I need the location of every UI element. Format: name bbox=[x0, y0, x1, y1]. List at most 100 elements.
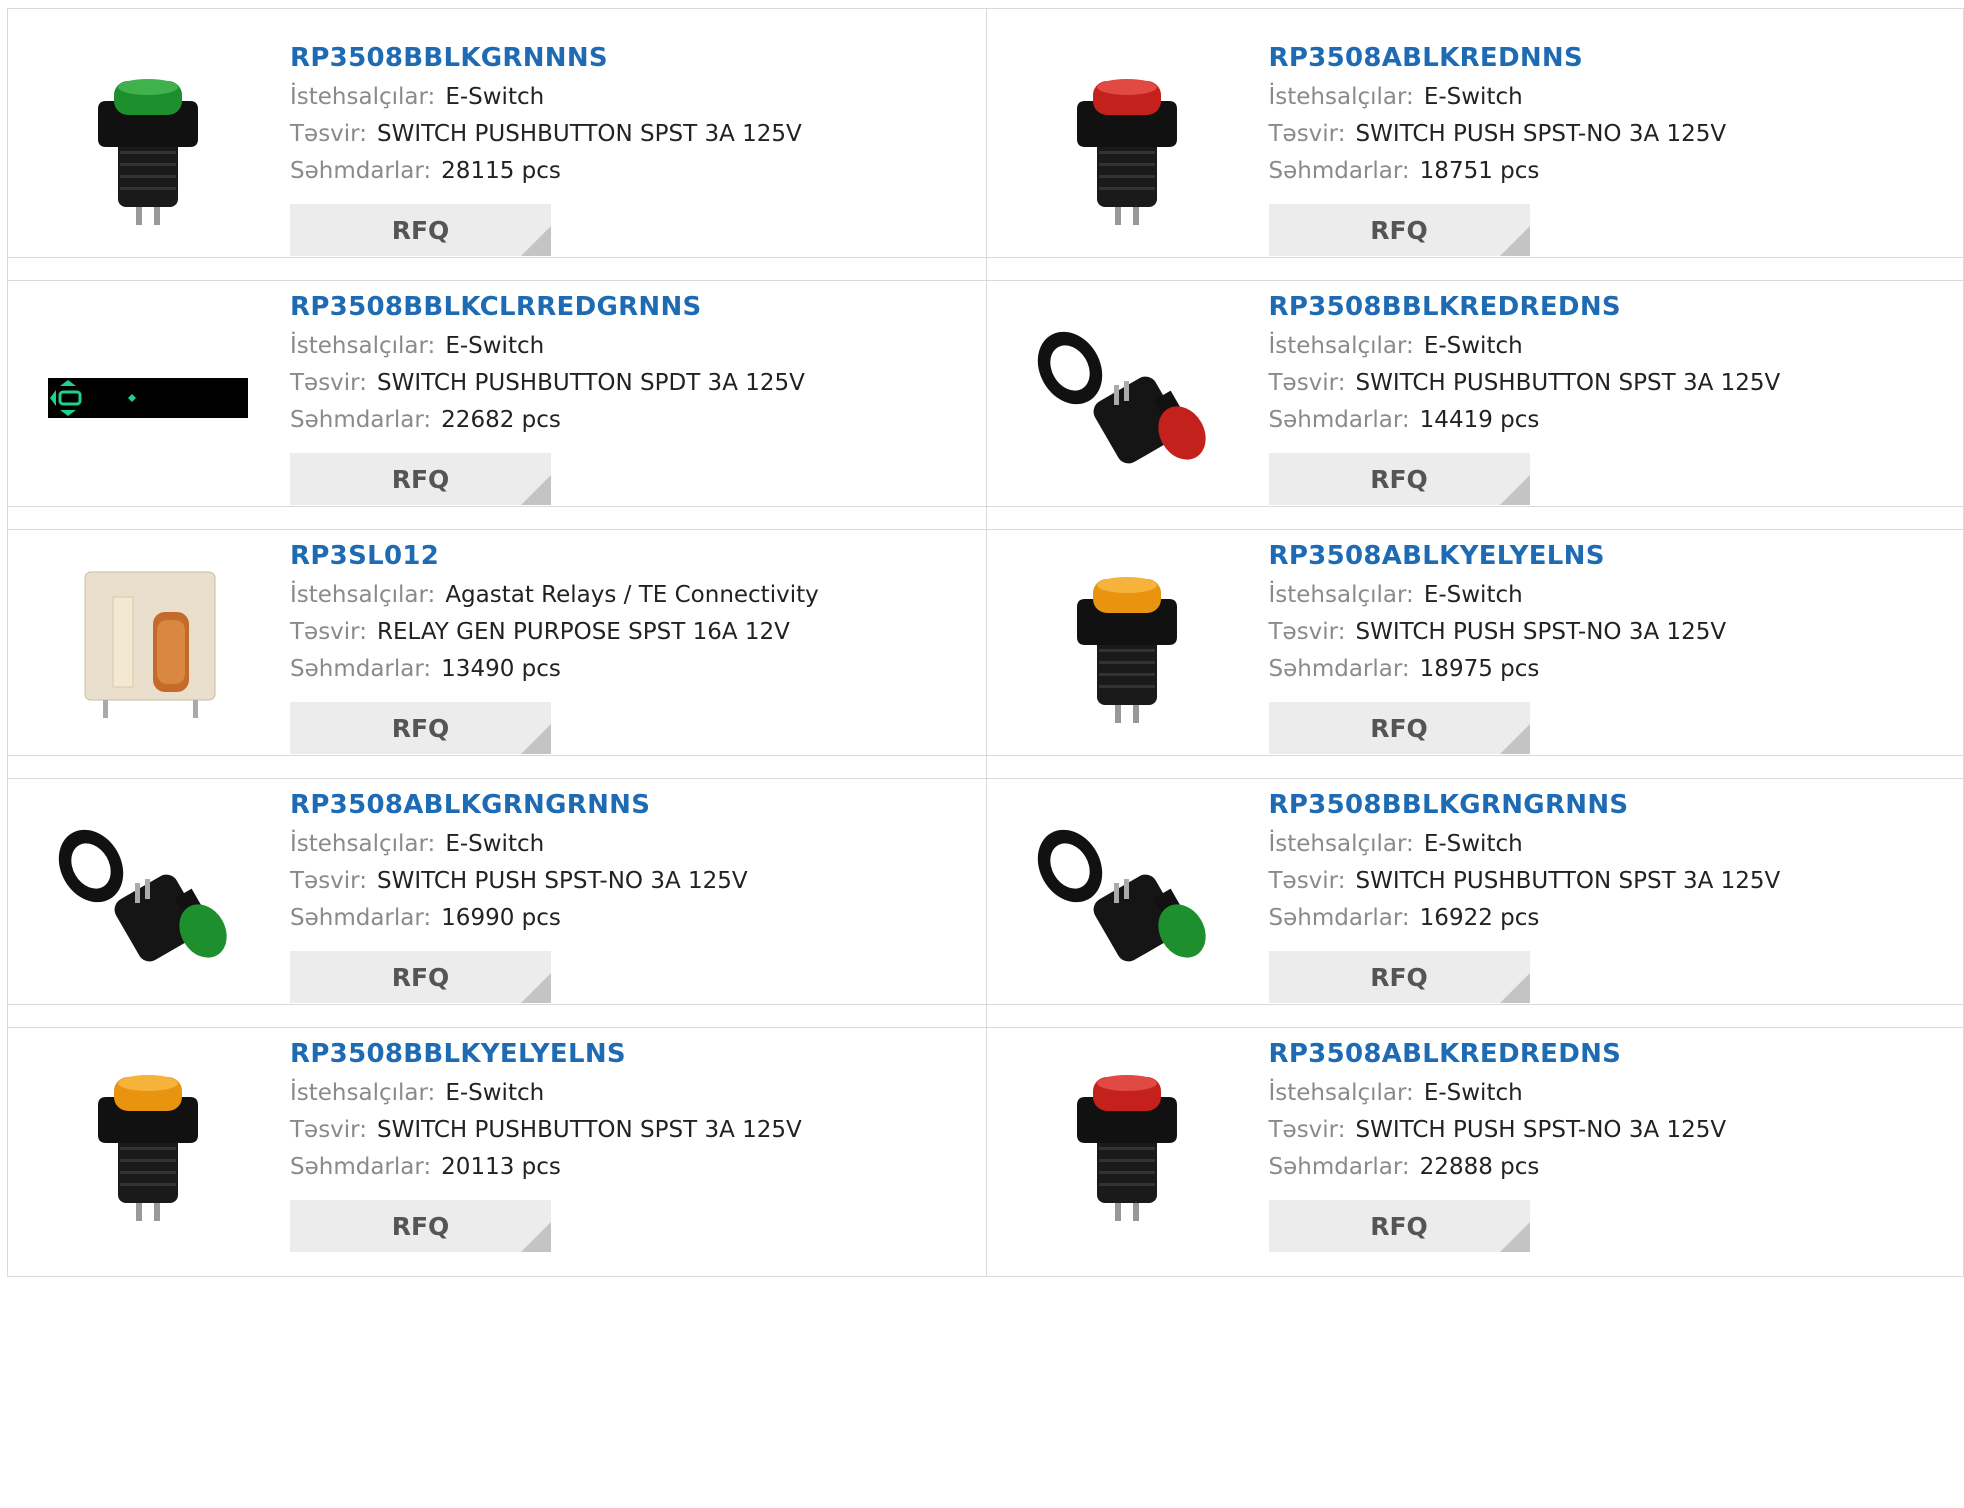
manufacturer-line: İstehsalçılar: E-Switch bbox=[1269, 1075, 1727, 1112]
product-title-link[interactable]: RP3508BBLKGRNGRNNS bbox=[1269, 788, 1781, 822]
product-info: RP3508BBLKGRNNNS İstehsalçılar: E-Switch … bbox=[290, 41, 802, 256]
manufacturer-label: İstehsalçılar: bbox=[290, 1080, 436, 1106]
description-value: SWITCH PUSHBUTTON SPST 3A 125V bbox=[377, 1117, 802, 1143]
product-info: RP3508BBLKGRNGRNNS İstehsalçılar: E-Switc… bbox=[1268, 788, 1781, 1003]
stock-value: 22682 pcs bbox=[441, 407, 561, 433]
stock-value: 20113 pcs bbox=[441, 1154, 561, 1180]
product-info: RP3508BBLKREDREDNS İstehsalçılar: E-Switc… bbox=[1268, 290, 1781, 505]
manufacturer-value: Agastat Relays / TE Connectivity bbox=[445, 582, 819, 608]
product-title-link[interactable]: RP3508BBLKREDREDNS bbox=[1269, 290, 1781, 324]
description-value: SWITCH PUSHBUTTON SPST 3A 125V bbox=[1355, 370, 1781, 396]
stock-line: Səhmdarlar: 16990 pcs bbox=[290, 900, 748, 937]
product-title-link[interactable]: RP3508BBLKGRNNNS bbox=[290, 41, 802, 75]
rfq-button-label: RFQ bbox=[391, 713, 450, 743]
yellow-pushbutton-switch-image[interactable] bbox=[48, 1045, 248, 1245]
product-title-link[interactable]: RP3508ABLKGRNGRNNS bbox=[290, 788, 748, 822]
rfq-button[interactable]: RFQ bbox=[1268, 951, 1530, 1003]
rfq-button[interactable]: RFQ bbox=[1268, 1200, 1530, 1252]
stock-label: Səhmdarlar: bbox=[290, 905, 432, 931]
description-value: SWITCH PUSHBUTTON SPST 3A 125V bbox=[1355, 868, 1781, 894]
corner-fold-icon bbox=[1499, 724, 1530, 754]
rfq-button-label: RFQ bbox=[391, 464, 450, 494]
manufacturer-line: İstehsalçılar: Agastat Relays / TE Connec… bbox=[290, 577, 819, 614]
manufacturer-line: İstehsalçılar: E-Switch bbox=[290, 826, 748, 863]
corner-fold-icon bbox=[521, 475, 551, 505]
rfq-button[interactable]: RFQ bbox=[1268, 702, 1530, 754]
product-title-link[interactable]: RP3508ABLKREDNNS bbox=[1269, 41, 1727, 75]
green-pushbutton-with-ring-image[interactable] bbox=[1026, 796, 1227, 996]
product-info: RP3508BBLKYELYELNS İstehsalçılar: E-Switc… bbox=[290, 1037, 802, 1252]
product-title-link[interactable]: RP3508BBLKCLRREDGRNNS bbox=[290, 290, 805, 324]
stock-line: Səhmdarlar: 13490 pcs bbox=[290, 651, 819, 688]
yellow-pushbutton-switch-image[interactable] bbox=[1026, 547, 1227, 747]
description-line: Təsvir: SWITCH PUSHBUTTON SPDT 3A 125V bbox=[290, 365, 805, 402]
manufacturer-label: İstehsalçılar: bbox=[290, 333, 436, 359]
rfq-button[interactable]: RFQ bbox=[290, 951, 551, 1003]
manufacturer-value: E-Switch bbox=[445, 333, 545, 359]
green-pushbutton-with-bezel-image[interactable] bbox=[48, 796, 248, 996]
green-pushbutton-switch-image[interactable] bbox=[48, 49, 248, 249]
stock-label: Səhmdarlar: bbox=[290, 656, 432, 682]
rfq-button[interactable]: RFQ bbox=[290, 702, 551, 754]
corner-fold-icon bbox=[521, 724, 551, 754]
stock-line: Səhmdarlar: 18975 pcs bbox=[1269, 651, 1727, 688]
manufacturer-value: E-Switch bbox=[1423, 1080, 1523, 1106]
description-label: Təsvir: bbox=[290, 370, 367, 396]
rfq-button[interactable]: RFQ bbox=[290, 204, 551, 256]
manufacturer-line: İstehsalçılar: E-Switch bbox=[1269, 79, 1727, 116]
description-line: Təsvir: RELAY GEN PURPOSE SPST 16A 12V bbox=[290, 614, 819, 651]
product-title-link[interactable]: RP3SL012 bbox=[290, 539, 819, 573]
description-label: Təsvir: bbox=[1268, 370, 1346, 396]
manufacturer-line: İstehsalçılar: E-Switch bbox=[290, 79, 802, 116]
red-pushbutton-switch-image[interactable] bbox=[1026, 49, 1227, 249]
product-card: RP3508ABLKYELYELNS İstehsalçılar: E-Switc… bbox=[985, 507, 1964, 778]
manufacturer-label: İstehsalçılar: bbox=[1268, 84, 1414, 110]
rfq-button[interactable]: RFQ bbox=[290, 1200, 551, 1252]
description-label: Təsvir: bbox=[290, 1117, 367, 1143]
manufacturer-value: E-Switch bbox=[445, 84, 545, 110]
description-label: Təsvir: bbox=[290, 619, 367, 645]
product-row: RP3508BBLKYELYELNS İstehsalçılar: E-Switc… bbox=[7, 1004, 1964, 1277]
stock-label: Səhmdarlar: bbox=[290, 407, 432, 433]
rfq-button[interactable]: RFQ bbox=[1268, 453, 1530, 505]
stock-line: Səhmdarlar: 14419 pcs bbox=[1269, 402, 1781, 439]
corner-fold-icon bbox=[1499, 226, 1530, 256]
manufacturer-label: İstehsalçılar: bbox=[290, 582, 436, 608]
description-label: Təsvir: bbox=[1268, 1117, 1346, 1143]
stock-line: Səhmdarlar: 20113 pcs bbox=[290, 1149, 802, 1186]
rfq-button-label: RFQ bbox=[391, 962, 450, 992]
manufacturer-value: E-Switch bbox=[1423, 582, 1523, 608]
description-label: Təsvir: bbox=[1268, 619, 1346, 645]
corner-fold-icon bbox=[1499, 475, 1530, 505]
corner-fold-icon bbox=[521, 1222, 551, 1252]
description-line: Təsvir: SWITCH PUSH SPST-NO 3A 125V bbox=[290, 863, 748, 900]
product-info: RP3508ABLKYELYELNS İstehsalçılar: E-Switc… bbox=[1268, 539, 1727, 754]
red-pushbutton-switch-image[interactable] bbox=[1026, 1045, 1227, 1245]
placeholder-banner-image[interactable] bbox=[48, 298, 248, 498]
description-line: Təsvir: SWITCH PUSHBUTTON SPST 3A 125V bbox=[290, 116, 802, 153]
manufacturer-value: E-Switch bbox=[445, 1080, 545, 1106]
rfq-button[interactable]: RFQ bbox=[1268, 204, 1530, 256]
stock-label: Səhmdarlar: bbox=[1268, 905, 1410, 931]
product-title-link[interactable]: RP3508ABLKYELYELNS bbox=[1269, 539, 1727, 573]
red-pushbutton-with-bezel-image[interactable] bbox=[1026, 298, 1227, 498]
description-line: Təsvir: SWITCH PUSH SPST-NO 3A 125V bbox=[1269, 1112, 1727, 1149]
product-title-link[interactable]: RP3508ABLKREDREDNS bbox=[1269, 1037, 1727, 1071]
corner-fold-icon bbox=[521, 973, 551, 1003]
product-row: RP3508BBLKCLRREDGRNNS İstehsalçılar: E-Sw… bbox=[7, 257, 1964, 530]
rfq-button-label: RFQ bbox=[1370, 1211, 1428, 1241]
manufacturer-line: İstehsalçılar: E-Switch bbox=[290, 328, 805, 365]
stock-line: Səhmdarlar: 22888 pcs bbox=[1269, 1149, 1727, 1186]
rfq-button[interactable]: RFQ bbox=[290, 453, 551, 505]
rfq-button-label: RFQ bbox=[391, 215, 450, 245]
description-line: Təsvir: SWITCH PUSH SPST-NO 3A 125V bbox=[1269, 614, 1727, 651]
description-label: Təsvir: bbox=[290, 121, 367, 147]
product-title-link[interactable]: RP3508BBLKYELYELNS bbox=[290, 1037, 802, 1071]
product-card: RP3508ABLKREDREDNS İstehsalçılar: E-Switc… bbox=[985, 1005, 1964, 1276]
stock-line: Səhmdarlar: 16922 pcs bbox=[1269, 900, 1781, 937]
manufacturer-line: İstehsalçılar: E-Switch bbox=[1269, 577, 1727, 614]
stock-line: Səhmdarlar: 28115 pcs bbox=[290, 153, 802, 190]
rfq-button-label: RFQ bbox=[391, 1211, 450, 1241]
stock-label: Səhmdarlar: bbox=[1268, 158, 1410, 184]
relay-image[interactable] bbox=[48, 547, 248, 747]
